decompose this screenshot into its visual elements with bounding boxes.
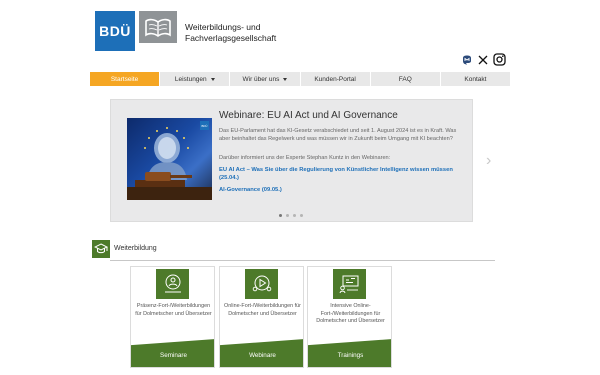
slide-title: Webinare: EU AI Act und AI Governance (219, 110, 398, 121)
ai-robot-gavel-image[interactable]: BDÜ (127, 118, 212, 200)
training-board-icon (333, 269, 366, 299)
chevron-down-icon (210, 77, 215, 81)
mastodon-icon[interactable] (461, 54, 472, 65)
open-book-logo-icon (139, 11, 177, 43)
x-icon[interactable] (477, 54, 488, 65)
page: BDÜ Weiterbildungs- und Fachverlagsgesel… (0, 0, 600, 375)
graduation-cap-icon (92, 240, 110, 258)
nav-item-kontakt[interactable]: Kontakt (441, 72, 510, 86)
chevron-right-icon[interactable]: › (486, 153, 491, 169)
card-description: Präsenz-Fort-/Weiterbildungen für Dolmet… (135, 303, 212, 317)
image-badge: BDÜ (200, 121, 209, 130)
presenter-icon (156, 269, 189, 299)
nav-item-startseite[interactable]: Startseite (90, 72, 161, 86)
instagram-icon[interactable] (492, 52, 506, 66)
card-description: Online-Fort-/Weiterbildungen für Dolmets… (224, 303, 301, 317)
card-label: Seminare (131, 339, 214, 367)
main-nav: Startseite Leistungen Wir über uns Kunde… (90, 72, 510, 86)
card-description: Intensive Online-Fort-/Weiterbildungen f… (316, 303, 385, 325)
nav-item-label: Kontakt (464, 75, 487, 83)
nav-item-faq[interactable]: FAQ (371, 72, 441, 86)
card-seminare[interactable]: Präsenz-Fort-/Weiterbildungen für Dolmet… (130, 266, 215, 368)
webinar-link-ai-governance[interactable]: AI-Governance (09.05.) (219, 186, 459, 194)
online-play-icon (245, 269, 278, 299)
card-trainings[interactable]: Intensive Online-Fort-/Weiterbildungen f… (307, 266, 392, 368)
organization-name: Weiterbildungs- und Fachverlagsgesellsch… (185, 22, 276, 44)
chevron-down-icon (283, 77, 288, 81)
nav-item-label: Wir über uns (242, 75, 280, 83)
nav-item-label: Startseite (110, 75, 139, 83)
section-title: Weiterbildung (114, 245, 157, 252)
slider-dot[interactable] (279, 214, 282, 217)
news-slider: BDÜ Webinare: EU AI Act und AI Governanc… (110, 99, 473, 222)
slide-subtext: Darüber informiert uns der Experte Steph… (219, 155, 391, 161)
slide-body: Das EU-Parlament hat das KI-Gesetz verab… (219, 128, 457, 142)
logo-text: BDÜ (99, 23, 131, 39)
card-webinare[interactable]: Online-Fort-/Weiterbildungen für Dolmets… (219, 266, 304, 368)
nav-item-kunden-portal[interactable]: Kunden-Portal (301, 72, 371, 86)
slider-dot[interactable] (300, 214, 303, 217)
card-label: Trainings (308, 339, 391, 367)
nav-item-label: Leistungen (174, 75, 207, 83)
webinar-link-eu-ai-act[interactable]: EU AI Act – Was Sie über die Regulierung… (219, 166, 459, 182)
card-label: Webinare (220, 339, 303, 367)
slider-dot[interactable] (286, 214, 289, 217)
nav-item-wir-ueber-uns[interactable]: Wir über uns (230, 72, 301, 86)
org-name-line2: Fachverlagsgesellschaft (185, 33, 277, 43)
slider-dot[interactable] (293, 214, 296, 217)
bdu-logo[interactable]: BDÜ (95, 11, 135, 51)
org-name-line1: Weiterbildungs- und (185, 22, 261, 32)
nav-item-label: FAQ (398, 75, 412, 83)
slider-pagination (279, 214, 303, 217)
nav-item-label: Kunden-Portal (314, 75, 356, 83)
nav-item-leistungen[interactable]: Leistungen (160, 72, 231, 86)
section-divider (110, 260, 495, 261)
